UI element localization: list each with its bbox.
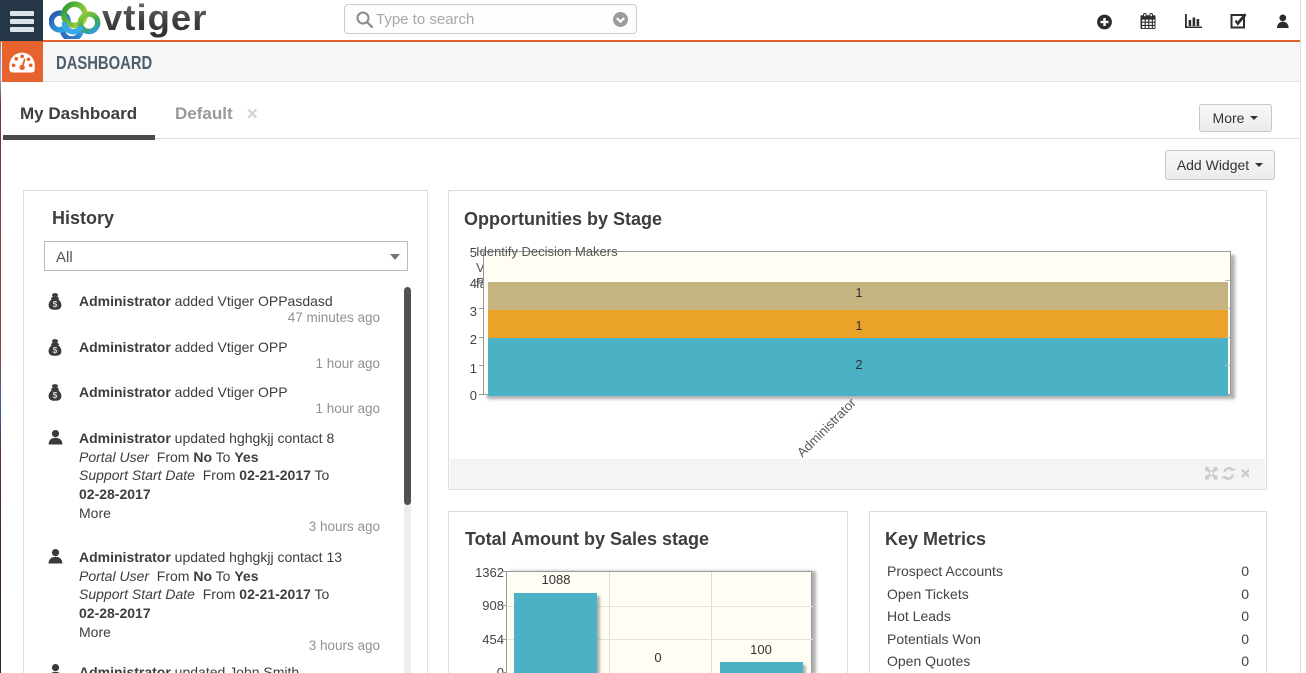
svg-text:$: $: [53, 390, 58, 400]
svg-text:$: $: [53, 299, 58, 309]
svg-text:$: $: [53, 345, 58, 355]
